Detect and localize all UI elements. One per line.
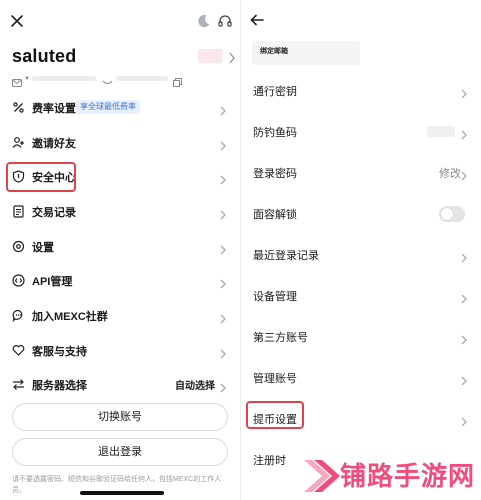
back-arrow-icon[interactable]: [249, 12, 265, 28]
chevron-right-icon: [461, 291, 467, 304]
row-label: 注册时: [253, 455, 286, 467]
document-icon: [12, 205, 25, 218]
row-label: 管理账号: [253, 373, 297, 385]
menu-item-community[interactable]: 加入MEXC社群: [0, 299, 240, 333]
chevron-right-icon: [461, 86, 467, 99]
row-label: 通行密钥: [253, 86, 297, 98]
server-switch-icon: [12, 378, 25, 391]
row-label: 设备管理: [253, 291, 297, 303]
menu-item-fee-settings[interactable]: 费率设置 享全球最低费率: [0, 91, 240, 125]
toggle-knob: [441, 208, 453, 220]
bound-email-label: 绑定邮箱: [260, 48, 288, 55]
menu-item-customer-support[interactable]: 客服与支持: [0, 334, 240, 368]
chevron-right-icon: [220, 138, 226, 151]
account-id-row: ▼: [12, 73, 192, 87]
chevron-right-icon: [220, 103, 226, 116]
chevron-right-icon: [461, 414, 467, 427]
copy-icon[interactable]: [173, 74, 182, 87]
uid-redacted: [198, 49, 222, 63]
site-watermark: 铺路手游网: [300, 452, 481, 500]
row-login-password[interactable]: 登录密码 修改: [241, 154, 481, 192]
menu-label: 设置: [32, 242, 54, 254]
menu-label: 交易记录: [32, 207, 76, 219]
row-anti-phishing-code[interactable]: 防钓鱼码: [241, 113, 481, 151]
withdrawal-settings-highlight: [246, 401, 304, 429]
watermark-arrow-logo: [304, 460, 340, 492]
row-face-unlock: 面容解锁: [241, 195, 481, 233]
fee-badge: 享全球最低费率: [76, 100, 140, 114]
logout-button[interactable]: 退出登录: [12, 438, 228, 466]
face-unlock-toggle[interactable]: [439, 206, 465, 222]
menu-label: API管理: [32, 276, 73, 288]
server-value: 自动选择: [175, 381, 215, 392]
anti-phishing-redacted: [427, 126, 455, 137]
menu-item-trade-history[interactable]: 交易记录: [0, 195, 240, 229]
menu-label: 加入MEXC社群: [32, 311, 108, 323]
chevron-right-icon: [220, 172, 226, 185]
row-third-party-accounts[interactable]: 第三方账号: [241, 318, 481, 356]
uid-redacted: [116, 76, 168, 81]
menu-item-server-select[interactable]: 服务器选择 自动选择: [0, 368, 240, 402]
account-panel: saluted ▼ 费率设置 享全球最低费率 邀请好友 安全中心 交易记录 设置…: [0, 0, 240, 500]
modify-link[interactable]: 修改: [439, 165, 461, 181]
menu-label: 费率设置: [32, 103, 76, 115]
chevron-right-icon: [461, 373, 467, 386]
api-icon: [12, 274, 25, 287]
chevron-right-icon: [220, 276, 226, 289]
menu-item-settings[interactable]: 设置: [0, 230, 240, 264]
email-redacted: [32, 76, 96, 81]
menu-item-invite-friends[interactable]: 邀请好友: [0, 126, 240, 160]
chevron-right-icon: [220, 311, 226, 324]
row-device-management[interactable]: 设备管理: [241, 277, 481, 315]
chevron-right-icon: [461, 127, 467, 140]
menu-label: 客服与支持: [32, 346, 87, 358]
chevron-right-icon: [220, 242, 226, 255]
row-label: 登录密码: [253, 168, 297, 180]
watermark-text: 铺路手游网: [340, 462, 476, 492]
chevron-right-icon: [461, 332, 467, 345]
row-label: 面容解锁: [253, 209, 297, 221]
row-recent-logins[interactable]: 最近登录记录: [241, 236, 481, 274]
moon-icon[interactable]: [196, 13, 212, 29]
percent-icon: [12, 101, 25, 114]
row-label: 最近登录记录: [253, 250, 319, 262]
chevron-right-icon[interactable]: [228, 51, 236, 64]
chat-bubble-icon: [12, 309, 25, 323]
menu-item-api-management[interactable]: API管理: [0, 264, 240, 298]
chevron-right-icon: [220, 346, 226, 359]
row-manage-account[interactable]: 管理账号: [241, 359, 481, 397]
row-label: 第三方账号: [253, 332, 308, 344]
row-label: 防钓鱼码: [253, 127, 297, 139]
security-settings-panel: 绑定邮箱 通行密钥 防钓鱼码 登录密码 修改 面容解锁 最近登录记录 设备管理 …: [241, 0, 481, 500]
eye-off-icon[interactable]: [102, 74, 113, 84]
mail-icon: [12, 74, 22, 87]
chevron-right-icon: [220, 207, 226, 220]
close-icon[interactable]: [8, 12, 26, 30]
switch-account-button[interactable]: 切换账号: [12, 403, 228, 431]
chevron-right-icon: [461, 250, 467, 263]
caret-down-icon[interactable]: ▼: [24, 76, 30, 82]
chevron-right-icon: [220, 380, 226, 393]
home-indicator[interactable]: [80, 491, 164, 495]
heart-hand-icon: [12, 344, 25, 357]
menu-label: 邀请好友: [32, 138, 76, 150]
security-center-highlight: [6, 162, 76, 192]
username[interactable]: saluted: [12, 46, 76, 67]
menu-label: 服务器选择: [32, 380, 87, 392]
gear-icon: [12, 240, 25, 253]
invite-user-icon: [12, 136, 25, 149]
chevron-right-icon: [461, 168, 467, 181]
row-passkey[interactable]: 通行密钥: [241, 72, 481, 110]
headset-icon[interactable]: [217, 13, 233, 29]
bound-email-field[interactable]: 绑定邮箱: [252, 41, 360, 65]
